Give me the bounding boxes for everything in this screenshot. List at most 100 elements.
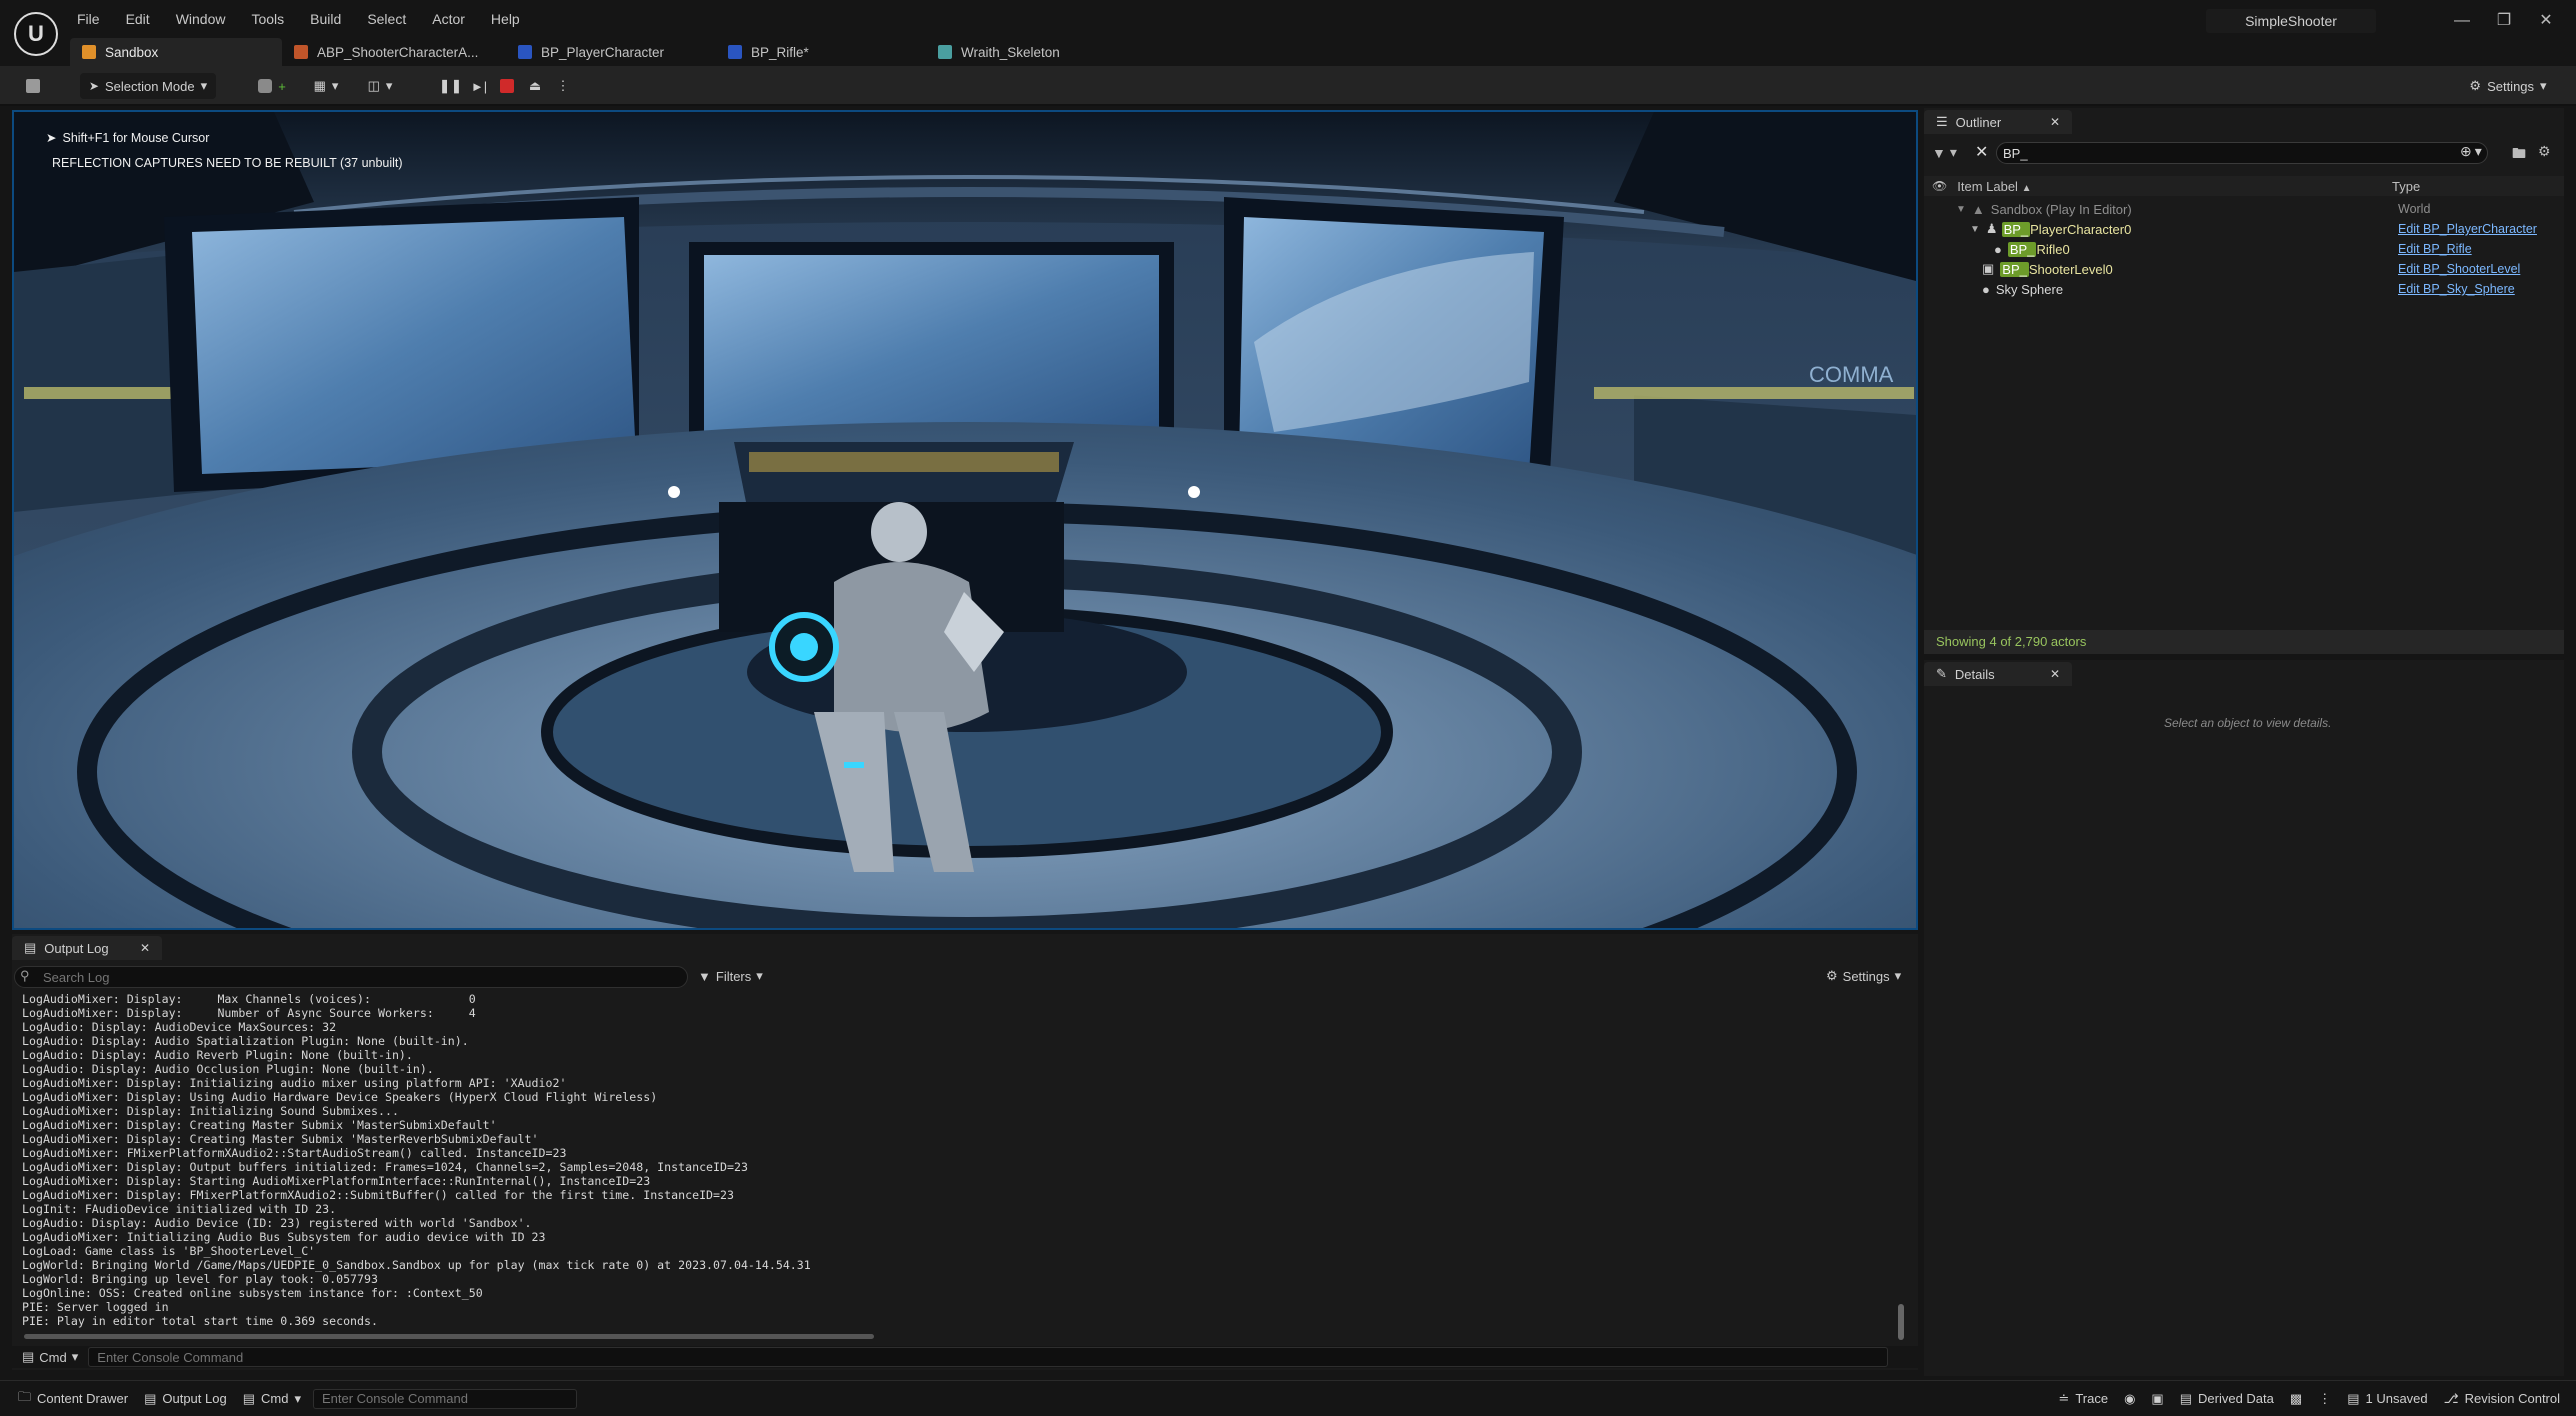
outliner-row-shooter-level[interactable]: ▣ BP_ ShooterLevel0 Edit BP_ShooterLevel — [1924, 259, 2564, 279]
close-window-icon[interactable]: ✕ — [2526, 8, 2566, 34]
clapperboard-icon: ◫ — [367, 78, 380, 93]
blueprints-button[interactable]: ▦ ▾ — [306, 73, 346, 99]
selection-mode-dropdown[interactable]: ➤ Selection Mode ▾ — [80, 73, 216, 99]
chevron-down-icon: ▾ — [294, 1390, 301, 1406]
record-button[interactable]: ◉ — [2116, 1385, 2143, 1413]
log-line: LogAudioMixer: Display: Output buffers i… — [22, 1160, 748, 1174]
revision-control-button[interactable]: ⎇ Revision Control — [2436, 1385, 2568, 1413]
level-viewport[interactable]: COMMA ➤ Shift+F1 for Mouse Cursor REFLEC… — [12, 110, 1918, 930]
settings-button[interactable]: ⚙ Settings ▾ — [2458, 73, 2558, 99]
add-actor-icon — [258, 79, 273, 93]
gear-icon[interactable]: ⚙ — [2538, 143, 2551, 160]
cmd-dropdown[interactable]: ▤ Cmd ▾ — [12, 1349, 88, 1365]
menu-file[interactable]: File — [64, 0, 113, 38]
menu-edit[interactable]: Edit — [113, 0, 163, 38]
filter-button[interactable]: ▼ ▾ — [1932, 144, 1957, 161]
new-folder-icon[interactable]: 🖿 — [2512, 143, 2526, 167]
source-control-status[interactable]: ▩ — [2282, 1385, 2310, 1413]
minimize-icon[interactable]: — — [2442, 8, 2482, 34]
trace-label: Trace — [2075, 1391, 2109, 1406]
play-options-button[interactable]: ⋮ — [552, 73, 574, 99]
outliner-row-rifle[interactable]: ● BP_ Rifle0 Edit BP_Rifle — [1924, 239, 2564, 259]
status-console-input[interactable] — [312, 1388, 577, 1409]
stop-button[interactable] — [496, 73, 518, 99]
output-log-label: Output Log — [162, 1391, 227, 1406]
wall-sign-text: COMMA — [1809, 362, 1894, 387]
trace-button[interactable]: ≐ Trace — [2050, 1385, 2116, 1413]
edit-blueprint-link[interactable]: Edit BP_PlayerCharacter — [2398, 222, 2537, 236]
outliner-row-player-character[interactable]: ▼ ♟ BP_ PlayerCharacter0 Edit BP_PlayerCh… — [1924, 219, 2564, 239]
menu-help[interactable]: Help — [478, 0, 533, 38]
add-circle-icon: ⊕ — [2460, 143, 2472, 159]
menu-build[interactable]: Build — [297, 0, 354, 38]
restore-icon[interactable]: ❐ — [2484, 8, 2524, 34]
tab-label: BP_PlayerCharacter — [541, 44, 665, 60]
chevron-down-icon: ▾ — [756, 968, 763, 983]
screenshot-button[interactable]: ▣ — [2143, 1385, 2171, 1413]
outliner-row-world[interactable]: ▼ ▲ Sandbox (Play In Editor) World — [1924, 199, 2564, 219]
gear-icon: ⚙ — [2469, 78, 2482, 93]
filters-dropdown[interactable]: ▼ Filters ▾ — [698, 968, 763, 984]
log-settings-dropdown[interactable]: ⚙ Settings ▾ — [1826, 968, 1901, 984]
expand-arrow-icon[interactable]: ▼ — [1956, 204, 1966, 215]
add-filter-button[interactable]: ⊕ ▾ — [2460, 143, 2482, 160]
cinematics-button[interactable]: ◫ ▾ — [360, 73, 400, 99]
edit-blueprint-link[interactable]: Edit BP_ShooterLevel — [2398, 262, 2520, 276]
log-line: LogAudio: Display: Audio Reverb Plugin: … — [22, 1048, 413, 1062]
main-toolbar: ➤ Selection Mode ▾ + ▦ ▾ ◫ ▾ ❚❚ ►| ⏏ ⋮ ⚙ S… — [0, 66, 2576, 106]
edit-blueprint-link[interactable]: Edit BP_Sky_Sphere — [2398, 282, 2515, 296]
expand-arrow-icon[interactable]: ▼ — [1970, 224, 1980, 235]
close-tab-icon[interactable]: ✕ — [2050, 667, 2060, 681]
tab-label: Sandbox — [105, 44, 159, 60]
log-line: LogLoad: Game class is 'BP_ShooterLevel_… — [22, 1244, 316, 1258]
derived-data-button[interactable]: ▤ Derived Data — [2172, 1385, 2282, 1413]
add-actor-button[interactable]: + — [252, 73, 292, 99]
tab-outliner[interactable]: ☰ Outliner ✕ — [1924, 110, 2072, 134]
log-line: LogAudioMixer: Display: Initializing aud… — [22, 1076, 567, 1090]
status-cmd-dropdown[interactable]: ▤ Cmd ▾ — [235, 1385, 309, 1413]
skeleton-icon — [938, 45, 952, 59]
tab-output-log[interactable]: ▤ Output Log ✕ — [12, 936, 162, 960]
close-tab-icon[interactable]: ✕ — [2050, 115, 2060, 129]
close-tab-icon[interactable]: ✕ — [140, 941, 150, 955]
frame-skip-button[interactable]: ►| — [468, 73, 490, 99]
menu-actor[interactable]: Actor — [419, 0, 478, 38]
log-vertical-scrollbar[interactable] — [1898, 1304, 1904, 1340]
log-line: LogAudio: Display: AudioDevice MaxSource… — [22, 1020, 337, 1034]
outliner-search-input[interactable] — [1996, 142, 2488, 164]
edit-blueprint-link[interactable]: Edit BP_Rifle — [2398, 242, 2472, 256]
menu-window[interactable]: Window — [163, 0, 239, 38]
chevron-down-icon: ▾ — [71, 1349, 79, 1364]
pause-button[interactable]: ❚❚ — [439, 73, 462, 99]
tab-details[interactable]: ✎ Details ✕ — [1924, 662, 2072, 686]
frame-skip-icon: ►| — [470, 78, 488, 94]
menu-tools[interactable]: Tools — [238, 0, 297, 38]
output-log-button[interactable]: ▤ Output Log — [136, 1385, 235, 1413]
trace-icon: ≐ — [2058, 1390, 2070, 1406]
tab-wraith-skeleton[interactable]: Wraith_Skeleton — [926, 38, 1106, 66]
column-type[interactable]: Type — [2392, 179, 2420, 194]
unsaved-button[interactable]: ▤ 1 Unsaved — [2339, 1385, 2435, 1413]
outliner-row-sky-sphere[interactable]: ● Sky Sphere Edit BP_Sky_Sphere — [1924, 279, 2564, 299]
log-search-input[interactable] — [14, 966, 688, 988]
tab-abp-shooter-character[interactable]: ABP_ShooterCharacterA... — [282, 38, 506, 66]
save-icon[interactable] — [20, 73, 46, 99]
visibility-eye-icon[interactable]: 👁 — [1932, 179, 1947, 193]
column-item-label[interactable]: Item Label ▲ — [1957, 179, 2031, 194]
menu-select[interactable]: Select — [354, 0, 419, 38]
eject-button[interactable]: ⏏ — [524, 73, 546, 99]
content-drawer-button[interactable]: 🗀 Content Drawer — [10, 1385, 136, 1413]
tab-bp-player-character[interactable]: BP_PlayerCharacter — [506, 38, 716, 66]
unreal-logo-icon[interactable]: U — [14, 12, 58, 56]
tab-sandbox[interactable]: Sandbox — [70, 38, 282, 66]
outliner-icon: ☰ — [1936, 114, 1948, 129]
search-match: BP_ — [2001, 221, 2031, 237]
log-horizontal-scrollbar[interactable] — [24, 1334, 874, 1339]
log-lines[interactable]: LogAudioMixer: Display: Max Channels (vo… — [22, 992, 1882, 1332]
log-line: LogAudioMixer: Display: Starting AudioMi… — [22, 1174, 651, 1188]
more-options-button[interactable]: ⋮ — [2310, 1385, 2339, 1413]
console-command-input[interactable] — [88, 1347, 1889, 1367]
tab-bp-rifle[interactable]: BP_Rifle* — [716, 38, 926, 66]
log-line: PIE: Server logged in — [22, 1300, 169, 1314]
clear-search-icon[interactable]: ✕ — [1975, 142, 1988, 162]
